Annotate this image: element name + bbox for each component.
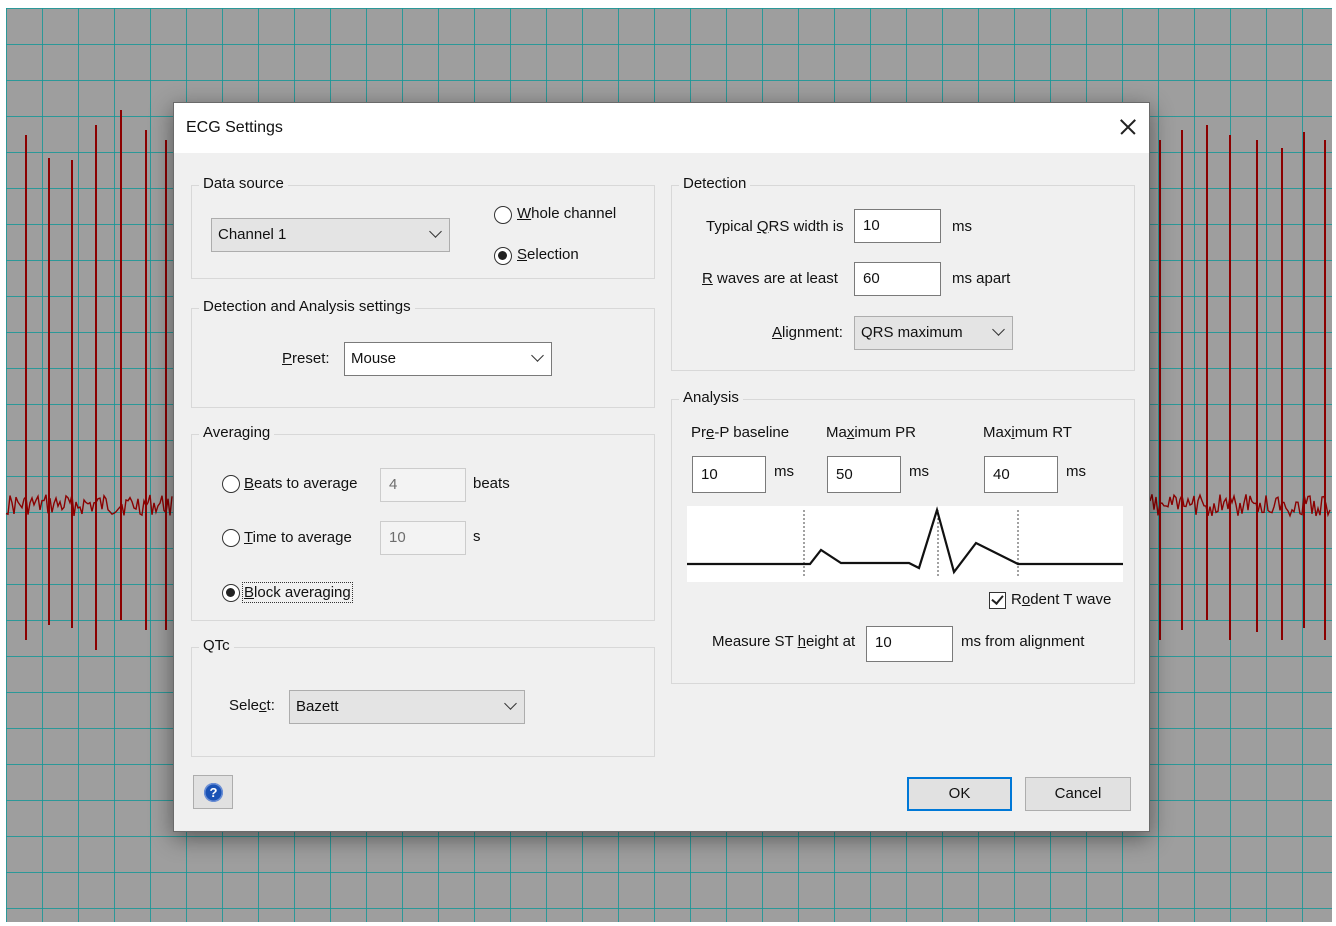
whole-channel-radio[interactable] [494,206,512,224]
qtc-select-label: Select: [229,697,275,714]
qrs-width-input[interactable]: 10 [854,209,941,243]
maximum-pr-input[interactable]: 50 [827,456,901,493]
title-bar: ECG Settings [174,103,1149,153]
whole-channel-label[interactable]: Whole channel [517,205,616,222]
averaging-legend: Averaging [199,424,275,441]
detection-analysis-settings-group: Detection and Analysis settings Preset: … [191,298,655,408]
time-to-average-input[interactable]: 10 [380,521,466,555]
beats-to-average-radio[interactable] [222,475,240,493]
st-height-input[interactable]: 10 [866,626,953,662]
data-source-group: Data source Channel 1 Whole channel Sele… [191,175,655,279]
maximum-rt-unit: ms [1066,463,1086,480]
preset-label: Preset: [282,350,330,367]
ok-button[interactable]: OK [907,777,1012,811]
averaging-group: Averaging Beats to average 4 beats Time … [191,424,655,621]
help-icon: ? [204,783,223,802]
selection-label[interactable]: Selection [517,246,579,263]
pre-p-baseline-label: Pre-P baseline [691,424,790,441]
r-waves-input[interactable]: 60 [854,262,941,296]
chevron-down-icon [531,349,544,362]
r-waves-unit: ms apart [952,270,1011,287]
cancel-button[interactable]: Cancel [1025,777,1131,811]
detection-legend: Detection [679,175,751,192]
beats-to-average-input[interactable]: 4 [380,468,466,502]
qrs-width-label: Typical QRS width is [706,218,844,235]
time-to-average-radio[interactable] [222,529,240,547]
alignment-label: Alignment: [772,324,843,341]
r-waves-label: R waves are at least [702,270,838,287]
qtc-group: QTc Select: Bazett [191,637,655,757]
channel-select[interactable]: Channel 1 [211,218,450,252]
dialog-title: ECG Settings [186,119,283,136]
qrs-width-unit: ms [952,218,972,235]
selection-radio[interactable] [494,247,512,265]
time-unit: s [473,528,481,545]
rodent-t-wave-label[interactable]: Rodent T wave [1011,591,1111,608]
maximum-pr-unit: ms [909,463,929,480]
rodent-t-wave-checkbox[interactable] [989,592,1006,609]
alignment-select[interactable]: QRS maximum [854,316,1013,350]
maximum-pr-label: Maximum PR [826,424,917,441]
block-averaging-radio[interactable] [222,584,240,602]
channel-value: Channel 1 [218,226,287,243]
st-height-label: Measure ST height at [712,633,856,650]
beats-unit: beats [473,475,510,492]
qtc-legend: QTc [199,637,234,654]
block-averaging-label[interactable]: Block averaging [242,582,353,603]
help-button[interactable]: ? [193,775,233,809]
maximum-rt-label: Maximum RT [983,424,1072,441]
chevron-down-icon [429,225,442,238]
st-height-unit: ms from alignment [961,633,1085,650]
maximum-rt-input[interactable]: 40 [984,456,1058,493]
preset-select[interactable]: Mouse [344,342,552,376]
close-icon[interactable] [1113,111,1143,143]
chevron-down-icon [992,323,1005,336]
analysis-legend: Analysis [679,389,743,406]
data-source-legend: Data source [199,175,288,192]
alignment-value: QRS maximum [861,324,963,341]
qtc-select[interactable]: Bazett [289,690,525,724]
pre-p-baseline-unit: ms [774,463,794,480]
beats-to-average-label[interactable]: Beats to average [244,475,357,492]
detection-analysis-legend: Detection and Analysis settings [199,298,415,315]
qtc-value: Bazett [296,698,339,715]
pre-p-baseline-input[interactable]: 10 [692,456,766,493]
chevron-down-icon [504,697,517,710]
preset-value: Mouse [351,350,397,367]
time-to-average-label[interactable]: Time to average [244,529,352,546]
ecg-waveform-diagram [687,506,1123,582]
detection-group: Detection Typical QRS width is 10 ms R w… [671,175,1135,371]
ecg-settings-dialog: ECG Settings Data source Channel 1 Whole… [173,102,1150,832]
ecg-trace-line [5,493,173,517]
